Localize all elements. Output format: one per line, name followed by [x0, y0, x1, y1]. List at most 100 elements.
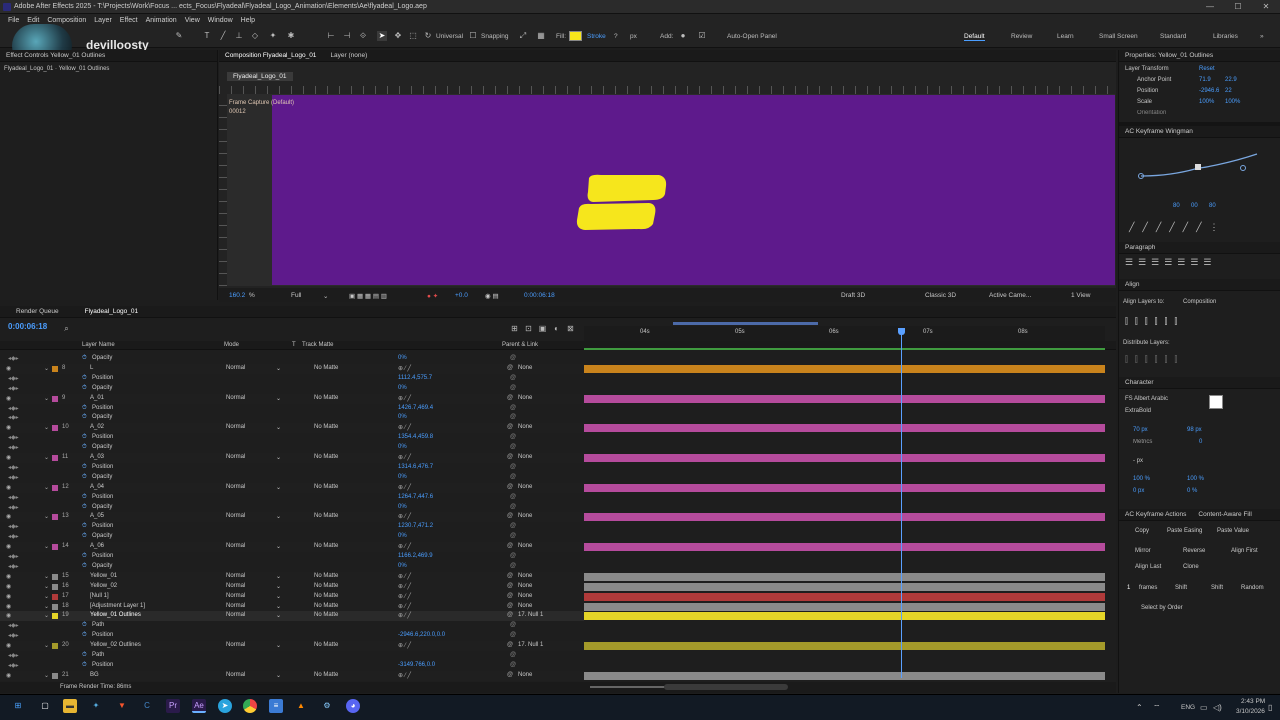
- layer-name[interactable]: [Adjustment Layer 1]: [90, 603, 145, 609]
- premiere-pro-icon[interactable]: Pr: [166, 699, 180, 713]
- visibility-eye-icon[interactable]: ◉: [6, 454, 11, 461]
- layer-label-color[interactable]: [52, 455, 58, 461]
- kfa-select-by-order-button[interactable]: Select by Order: [1141, 603, 1183, 613]
- property-row[interactable]: ◂◆▸ ⏱ Position -3149.766,0.0 @: [0, 661, 584, 671]
- snapping-checkbox[interactable]: ☐: [468, 31, 478, 41]
- track-matte-select[interactable]: No Matte: [314, 484, 338, 490]
- switches-icon[interactable]: ⊕ ⁄ ╱: [398, 395, 411, 402]
- property-row[interactable]: ◂◆▸ ⏱ Position -2946.6,220.0,0.0 @: [0, 631, 584, 641]
- stopwatch-icon[interactable]: ⏱: [82, 504, 87, 511]
- anchor-x[interactable]: 71.9: [1199, 77, 1211, 83]
- keyframe-nav-icon[interactable]: ◂◆▸: [8, 434, 19, 441]
- switches-icon[interactable]: ⊕ ⁄ ╱: [398, 573, 411, 580]
- menu-animation[interactable]: Animation: [146, 17, 177, 24]
- brush-tool-icon[interactable]: ╱: [218, 31, 228, 41]
- scale-x[interactable]: 100%: [1199, 99, 1214, 105]
- effect-controls-tab[interactable]: Effect Controls Yellow_01 Outlines: [0, 50, 217, 62]
- switches-icon[interactable]: ⊕ ⁄ ╱: [398, 484, 411, 491]
- layer-row[interactable]: ◉ ⌄ 8 L Normal ⌄ No Matte ⊕ ⁄ ╱ @ None: [0, 363, 1105, 374]
- layer-label-color[interactable]: [52, 544, 58, 551]
- layer-label-color[interactable]: [52, 613, 58, 620]
- font-size-value[interactable]: 70 px: [1133, 427, 1148, 433]
- property-row[interactable]: ◂◆▸ ⏱ Position 1166.2,469.9 @: [0, 552, 584, 562]
- layer-name[interactable]: L: [90, 365, 93, 371]
- kfa-count-value[interactable]: 1: [1127, 583, 1130, 593]
- layer-label-color[interactable]: [52, 573, 58, 580]
- property-value[interactable]: 0%: [398, 355, 407, 361]
- visibility-eye-icon[interactable]: ◉: [6, 642, 11, 649]
- track-matte-select[interactable]: No Matte: [314, 454, 338, 460]
- zoom-value[interactable]: 160.2: [229, 292, 245, 299]
- layer-duration-bar[interactable]: [584, 394, 1105, 403]
- kfa-copy-button[interactable]: Copy: [1135, 526, 1149, 536]
- camera-select[interactable]: Active Came...: [989, 292, 1031, 299]
- property-row[interactable]: ◂◆▸ ⏱ Opacity 0% @: [0, 473, 584, 483]
- menu-composition[interactable]: Composition: [47, 17, 86, 24]
- property-row[interactable]: ◂◆▸ ⏱ Opacity 0% @: [0, 503, 584, 513]
- parent-pickwhip-icon[interactable]: @: [507, 395, 513, 401]
- layer-duration-bar[interactable]: [584, 483, 1105, 492]
- switches-icon[interactable]: ⊕ ⁄ ╱: [398, 593, 411, 600]
- expression-pickwhip-icon[interactable]: @: [510, 375, 516, 381]
- track-matte-select[interactable]: No Matte: [314, 583, 338, 589]
- visibility-eye-icon[interactable]: ◉: [6, 583, 11, 590]
- col-parent[interactable]: Parent & Link: [502, 342, 538, 348]
- cti-handle[interactable]: [898, 328, 905, 335]
- keyframe-nav-icon[interactable]: ◂◆▸: [8, 405, 19, 412]
- layer-expand-icon[interactable]: ⌄: [44, 583, 49, 590]
- kfa-paste-easing-button[interactable]: Paste Easing: [1167, 526, 1202, 536]
- stopwatch-icon[interactable]: ⏱: [82, 355, 87, 362]
- stopwatch-icon[interactable]: ⏱: [82, 553, 87, 560]
- font-family-select[interactable]: FS Albert Arabic: [1125, 396, 1168, 402]
- layer-row[interactable]: ◉ ⌄ 20 Yellow_02 Outlines Normal ⌄ No Matte ⊕ ⁄…: [0, 641, 1105, 652]
- keyframe-nav-icon[interactable]: ◂◆▸: [8, 464, 19, 471]
- layer-duration-bar[interactable]: [584, 612, 1105, 621]
- col-mode[interactable]: Mode: [224, 342, 239, 348]
- stopwatch-icon[interactable]: ⏱: [82, 652, 87, 659]
- parent-pickwhip-icon[interactable]: @: [507, 424, 513, 430]
- layer-expand-icon[interactable]: ⌄: [44, 642, 49, 649]
- minimize-button[interactable]: —: [1196, 0, 1224, 14]
- track-matte-select[interactable]: No Matte: [314, 424, 338, 430]
- position-x[interactable]: -2946.6: [1199, 88, 1219, 94]
- mode-chevron-icon[interactable]: ⌄: [276, 583, 281, 590]
- expression-pickwhip-icon[interactable]: @: [510, 563, 516, 569]
- renderer-select[interactable]: Classic 3D: [925, 292, 956, 299]
- mode-chevron-icon[interactable]: ⌄: [276, 593, 281, 600]
- draft-3d-icon[interactable]: ⊡: [524, 324, 533, 333]
- parent-pickwhip-icon[interactable]: @: [507, 583, 513, 589]
- expression-pickwhip-icon[interactable]: @: [510, 662, 516, 668]
- stopwatch-icon[interactable]: ⏱: [82, 523, 87, 530]
- layer-duration-bar[interactable]: [584, 543, 1105, 552]
- text-tool-icon[interactable]: T: [202, 31, 212, 41]
- layer-row[interactable]: ◉ ⌄ 12 A_04 Normal ⌄ No Matte ⊕ ⁄ ╱ @ None: [0, 482, 1105, 493]
- stroke-label[interactable]: Stroke: [587, 33, 606, 40]
- roto-tool-icon[interactable]: ✦: [268, 31, 278, 41]
- kfa-reverse-button[interactable]: Reverse: [1183, 546, 1205, 556]
- expression-pickwhip-icon[interactable]: @: [510, 405, 516, 411]
- notifications-icon[interactable]: ▯: [1268, 703, 1272, 712]
- expression-pickwhip-icon[interactable]: @: [510, 494, 516, 500]
- property-value[interactable]: 1426.7,469.4: [398, 405, 433, 411]
- visibility-eye-icon[interactable]: ◉: [6, 513, 11, 520]
- layer-expand-icon[interactable]: ⌄: [44, 573, 49, 580]
- comp-breadcrumb[interactable]: Flyadeal_Logo_01: [227, 72, 293, 81]
- layer-name[interactable]: BG: [90, 672, 99, 678]
- layer-duration-bar[interactable]: [584, 582, 1105, 591]
- track-matte-select[interactable]: No Matte: [314, 642, 338, 648]
- stopwatch-icon[interactable]: ⏱: [82, 434, 87, 441]
- layer-expand-icon[interactable]: ⌄: [44, 454, 49, 461]
- track-matte-select[interactable]: No Matte: [314, 672, 338, 678]
- layer-duration-bar[interactable]: [584, 364, 1105, 373]
- parent-select[interactable]: None: [518, 513, 532, 519]
- timeline-search-icon[interactable]: ⌕: [62, 324, 71, 333]
- parent-pickwhip-icon[interactable]: @: [507, 484, 513, 490]
- layer-expand-icon[interactable]: ⌄: [44, 484, 49, 491]
- layer-row[interactable]: ◉ ⌄ 10 A_02 Normal ⌄ No Matte ⊕ ⁄ ╱ @ None: [0, 423, 1105, 434]
- layer-row[interactable]: ◉ ⌄ 11 A_03 Normal ⌄ No Matte ⊕ ⁄ ╱ @ None: [0, 453, 1105, 463]
- blend-mode-select[interactable]: Normal: [226, 543, 245, 549]
- switches-icon[interactable]: ⊕ ⁄ ╱: [398, 612, 411, 619]
- shy-layers-icon[interactable]: ▣: [538, 324, 547, 333]
- property-row[interactable]: ◂◆▸ ⏱ Path @: [0, 651, 584, 661]
- timeline-timecode[interactable]: 0:00:06:18: [8, 322, 47, 331]
